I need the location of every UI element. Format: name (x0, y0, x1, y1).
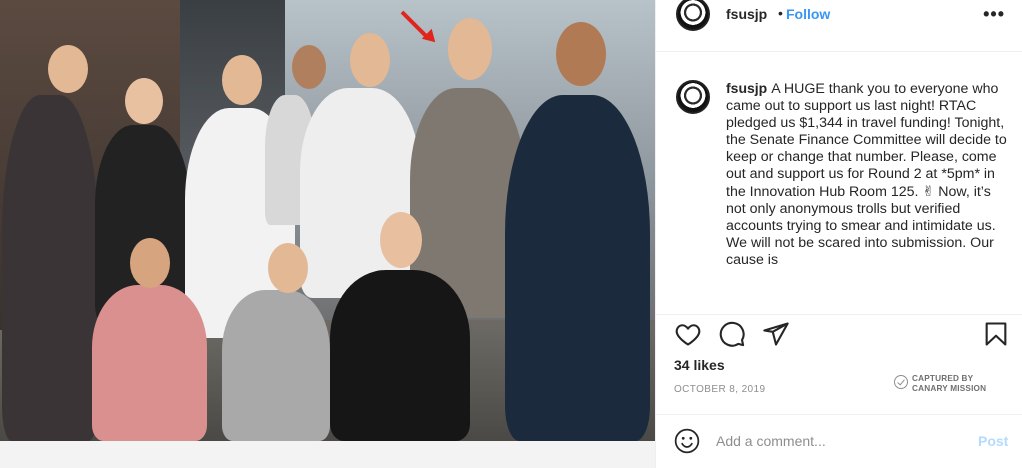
photo-person (505, 95, 650, 441)
photo-person (92, 285, 207, 441)
comment-bar: Post (656, 414, 1022, 468)
photo-head (556, 22, 606, 86)
page-background-strip (0, 441, 655, 468)
photo-head (48, 45, 88, 93)
smiley-icon[interactable] (674, 428, 700, 454)
heart-icon[interactable] (674, 320, 702, 348)
caption-avatar[interactable] (676, 80, 710, 114)
photo-person (330, 270, 470, 441)
watermark-line1: CAPTURED BY (912, 374, 974, 383)
comment-bubble-icon[interactable] (718, 320, 746, 348)
post-caption: fsusjp A HUGE thank you to everyone who c… (726, 80, 1012, 269)
post-comment-button[interactable]: Post (978, 433, 1008, 449)
photo-person (222, 290, 330, 441)
photo-head (350, 33, 390, 87)
avatar[interactable] (676, 0, 710, 31)
photo-person (2, 95, 98, 441)
header-username[interactable]: fsusjp (726, 6, 767, 22)
paper-plane-icon[interactable] (762, 320, 790, 348)
post-header: fsusjp • Follow ••• (656, 0, 1022, 52)
like-count[interactable]: 34 likes (674, 357, 725, 373)
watermark-line2: CANARY MISSION (912, 384, 987, 393)
post-photo[interactable] (0, 0, 655, 441)
follow-button[interactable]: Follow (786, 6, 830, 22)
more-options-icon[interactable]: ••• (983, 4, 1005, 25)
photo-head (222, 55, 262, 105)
checkmark-circle-icon (894, 375, 908, 389)
post-caption-area: fsusjp A HUGE thank you to everyone who c… (656, 72, 1022, 302)
photo-head (292, 45, 326, 89)
photo-head (380, 212, 422, 268)
bookmark-icon[interactable] (982, 320, 1010, 348)
caption-body: A HUGE thank you to everyone who came ou… (726, 81, 1007, 268)
post-side-panel: fsusjp • Follow ••• fsusjp A HUGE thank y… (655, 0, 1022, 468)
separator-dot: • (778, 5, 783, 21)
comment-input[interactable] (716, 431, 956, 451)
canary-mission-watermark: CAPTURED BY CANARY MISSION (894, 373, 1004, 395)
photo-head (125, 78, 163, 124)
post-date[interactable]: OCTOBER 8, 2019 (674, 384, 765, 395)
photo-head (448, 18, 492, 80)
caption-username[interactable]: fsusjp (726, 80, 767, 96)
photo-head (268, 243, 308, 293)
action-bar (656, 314, 1022, 354)
photo-head (130, 238, 170, 288)
